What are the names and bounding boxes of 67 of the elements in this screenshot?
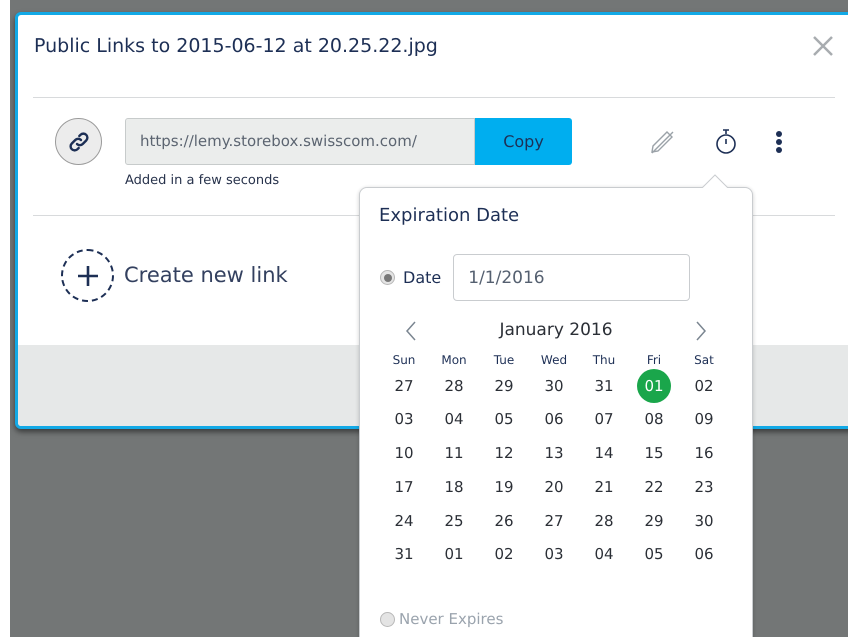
calendar-day[interactable]: 16: [687, 436, 721, 470]
calendar-day[interactable]: 05: [487, 402, 521, 437]
calendar-day[interactable]: 26: [487, 504, 521, 538]
plus-icon: [76, 264, 100, 288]
calendar-day[interactable]: 29: [487, 369, 521, 403]
calendar-day[interactable]: 07: [587, 402, 621, 437]
url-field[interactable]: https://lemy.storebox.swisscom.com/: [125, 118, 475, 165]
popover-title: Expiration Date: [379, 204, 520, 228]
calendar-day[interactable]: 06: [687, 537, 721, 572]
calendar-day[interactable]: 08: [637, 402, 671, 437]
calendar-day[interactable]: 25: [437, 504, 471, 538]
calendar-day[interactable]: 17: [387, 470, 421, 504]
weekday-label: Mon: [440, 352, 468, 369]
close-icon[interactable]: [812, 35, 834, 57]
calendar-day[interactable]: 18: [437, 470, 471, 504]
never-expires-label: Never Expires: [399, 609, 504, 630]
calendar-day[interactable]: 06: [537, 402, 571, 437]
calendar-day[interactable]: 02: [487, 537, 521, 572]
calendar-day[interactable]: 30: [687, 504, 721, 538]
calendar-day[interactable]: 31: [587, 369, 621, 403]
calendar-day[interactable]: 02: [687, 369, 721, 403]
weekday-label: Sun: [392, 352, 416, 369]
calendar-day[interactable]: 30: [537, 369, 571, 403]
weekday-label: Wed: [540, 352, 568, 369]
calendar-day[interactable]: 31: [387, 537, 421, 572]
calendar-day[interactable]: 04: [437, 402, 471, 437]
calendar-day[interactable]: 29: [637, 504, 671, 538]
calendar-day[interactable]: 28: [587, 504, 621, 538]
weekday-label: Fri: [646, 352, 662, 369]
calendar-day[interactable]: 13: [537, 436, 571, 470]
calendar-day[interactable]: 21: [587, 470, 621, 504]
calendar-day[interactable]: 15: [637, 436, 671, 470]
calendar-day[interactable]: 09: [687, 402, 721, 437]
calendar-day[interactable]: 03: [537, 537, 571, 572]
calendar-day[interactable]: 24: [387, 504, 421, 538]
calendar-day[interactable]: 28: [437, 369, 471, 403]
previous-month-icon[interactable]: [405, 321, 417, 341]
month-title: January 2016: [498, 319, 614, 342]
weekday-label: Thu: [592, 352, 616, 369]
more-icon[interactable]: [775, 130, 783, 154]
timer-icon[interactable]: [713, 128, 739, 156]
create-link-button[interactable]: Create new link: [61, 249, 288, 302]
calendar-day[interactable]: 22: [637, 470, 671, 504]
weekday-label: Tue: [492, 352, 516, 369]
date-label: Date: [403, 266, 442, 288]
calendar-day[interactable]: 20: [537, 470, 571, 504]
calendar-day[interactable]: 27: [387, 369, 421, 403]
added-time: Added in a few seconds: [125, 172, 280, 190]
calendar-day[interactable]: 05: [637, 537, 671, 572]
next-month-icon[interactable]: [695, 321, 707, 341]
calendar-day[interactable]: 03: [387, 402, 421, 437]
calendar-day[interactable]: 19: [487, 470, 521, 504]
calendar-day[interactable]: 14: [587, 436, 621, 470]
dialog-title: Public Links to 2015-06-12 at 20.25.22.jpg: [34, 34, 438, 59]
calendar-day[interactable]: 11: [437, 436, 471, 470]
radio-button[interactable]: [380, 270, 395, 285]
calendar-day[interactable]: 01: [437, 537, 471, 572]
calendar-day[interactable]: 04: [587, 537, 621, 572]
radio-button[interactable]: [380, 612, 395, 627]
date-field[interactable]: 1/1/2016: [453, 254, 690, 301]
calendar-day[interactable]: 12: [487, 436, 521, 470]
calendar-day[interactable]: 27: [537, 504, 571, 538]
copy-button[interactable]: Copy: [475, 118, 572, 165]
link-icon: [55, 118, 102, 165]
calendar-day[interactable]: 23: [687, 470, 721, 504]
calendar-day[interactable]: 10: [387, 436, 421, 470]
weekday-label: Sat: [693, 352, 715, 369]
